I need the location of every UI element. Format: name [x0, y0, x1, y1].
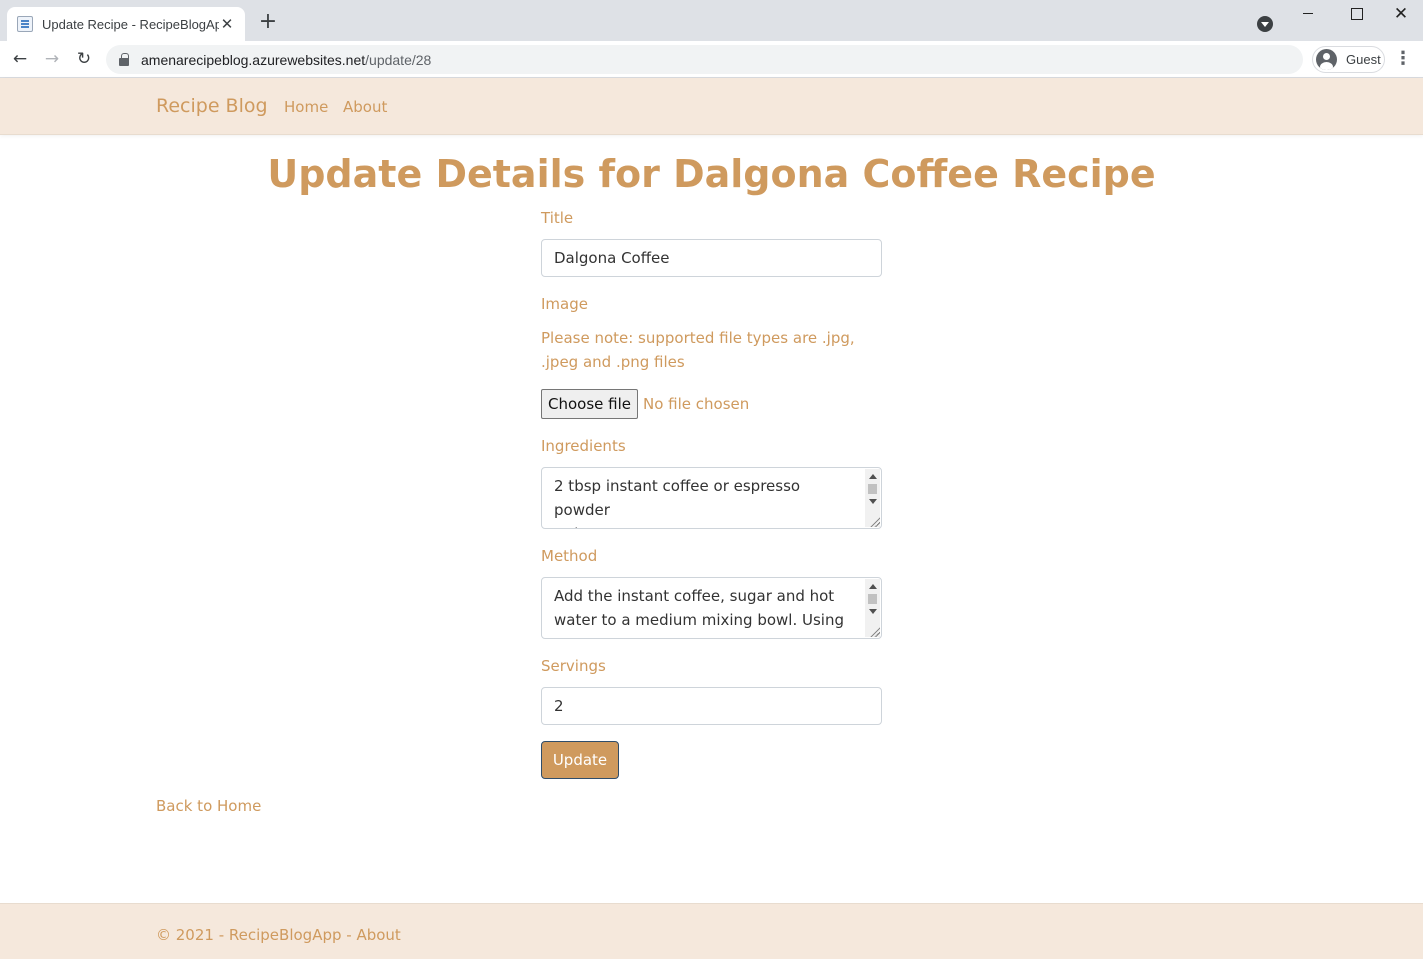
window-close-button[interactable]: ✕ [1378, 0, 1423, 30]
lock-icon[interactable] [119, 52, 129, 66]
title-label: Title [541, 209, 574, 227]
scroll-up-icon[interactable] [869, 474, 877, 479]
brand-link[interactable]: Recipe Blog [156, 95, 268, 117]
image-label: Image [541, 295, 588, 313]
file-status: No file chosen [643, 395, 750, 413]
file-type-note: Please note: supported file types are .j… [541, 329, 855, 371]
scroll-up-icon[interactable] [869, 584, 877, 589]
footer-about-link[interactable]: About [356, 926, 400, 944]
ingredients-label: Ingredients [541, 437, 626, 455]
reload-icon[interactable]: ↻ [72, 47, 96, 71]
update-button[interactable]: Update [541, 741, 619, 779]
window-minimize-button[interactable] [1285, 0, 1331, 30]
url-path: /update/28 [365, 51, 432, 68]
scroll-down-icon[interactable] [869, 499, 877, 504]
choose-file-button[interactable]: Choose file [541, 389, 638, 419]
site-footer: © 2021 - RecipeBlogApp - About [0, 903, 1423, 959]
resize-grip-icon[interactable] [869, 516, 880, 527]
image-file-input[interactable]: Choose file No file chosen [541, 389, 749, 419]
scroll-down-icon[interactable] [869, 609, 877, 614]
back-arrow-icon[interactable]: ← [8, 47, 32, 71]
ingredients-textarea[interactable]: 2 tbsp instant coffee or espresso powder… [541, 467, 882, 529]
page-favicon-icon [17, 16, 33, 32]
nav-home-link[interactable]: Home [284, 98, 328, 116]
resize-grip-icon[interactable] [869, 626, 880, 637]
back-to-home-link[interactable]: Back to Home [156, 797, 261, 815]
profile-button[interactable]: Guest [1312, 46, 1385, 73]
site-navbar: Recipe Blog Home About [0, 78, 1423, 135]
browser-tab-active[interactable]: Update Recipe - RecipeBlogApp ✕ [7, 7, 245, 41]
servings-input[interactable] [541, 687, 882, 725]
ingredients-text: 2 tbsp instant coffee or espresso powder… [554, 477, 801, 528]
scroll-thumb[interactable] [868, 484, 877, 494]
tab-title: Update Recipe - RecipeBlogApp [42, 16, 219, 32]
copyright-text: © 2021 - RecipeBlogApp - [156, 926, 357, 944]
scroll-thumb[interactable] [868, 594, 877, 604]
title-input[interactable] [541, 239, 882, 277]
servings-label: Servings [541, 657, 606, 675]
forward-arrow-icon[interactable]: → [40, 47, 64, 71]
kebab-menu-icon[interactable]: ⋮ [1393, 49, 1413, 69]
browser-tab-bar: Update Recipe - RecipeBlogApp ✕ + ✕ [0, 0, 1423, 41]
tab-close-icon[interactable]: ✕ [219, 15, 235, 33]
footer-text: © 2021 - RecipeBlogApp - About [156, 926, 401, 944]
nav-about-link[interactable]: About [343, 98, 387, 116]
tab-search-icon[interactable] [1257, 16, 1273, 32]
profile-label: Guest [1346, 52, 1381, 67]
new-tab-button[interactable]: + [256, 10, 280, 34]
method-label: Method [541, 547, 598, 565]
address-bar[interactable]: amenarecipeblog.azurewebsites.net/update… [106, 45, 1303, 74]
window-maximize-button[interactable] [1333, 0, 1379, 30]
browser-toolbar: ← → ↻ amenarecipeblog.azurewebsites.net /… [0, 41, 1423, 78]
method-textarea[interactable]: Add the instant coffee, sugar and hot wa… [541, 577, 882, 639]
page-title: Update Details for Dalgona Coffee Recipe [267, 152, 1156, 196]
url-domain: amenarecipeblog.azurewebsites.net [141, 51, 366, 68]
avatar-icon [1316, 49, 1337, 70]
method-text: Add the instant coffee, sugar and hot wa… [554, 587, 844, 638]
